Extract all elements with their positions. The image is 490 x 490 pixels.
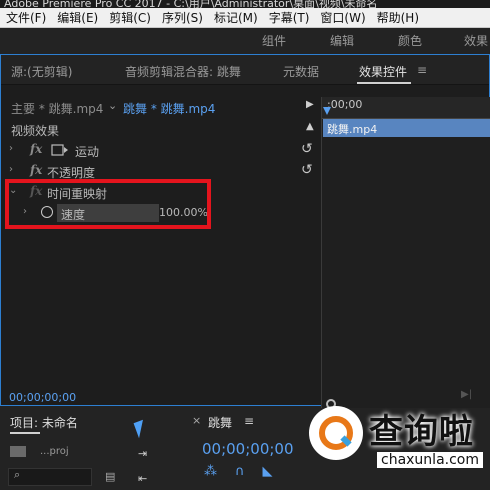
current-timecode[interactable]: 00;00;00;00 xyxy=(9,391,76,404)
sequence-timecode[interactable]: 00;00;00;00 xyxy=(202,440,294,458)
panel-menu-icon[interactable]: ≡ xyxy=(417,63,427,77)
playhead-icon[interactable] xyxy=(323,107,331,115)
ripple-edit-tool-icon[interactable]: ⇤ xyxy=(138,472,147,485)
workspace-color[interactable]: 颜色 xyxy=(398,32,422,49)
tab-audio-clip-mixer[interactable]: 音频剪辑混合器: 跳舞 xyxy=(125,63,241,80)
menu-title[interactable]: 字幕(T) xyxy=(263,9,315,26)
menu-edit[interactable]: 编辑(E) xyxy=(51,9,103,26)
active-tab-underline xyxy=(357,82,411,84)
time-ruler[interactable]: :00;00 xyxy=(322,97,490,119)
chevron-right-icon[interactable]: › xyxy=(9,143,13,154)
tools-panel xyxy=(124,408,178,490)
project-file-name: ...proj xyxy=(40,446,69,457)
video-effects-label: 视频效果 xyxy=(11,124,60,138)
watermark-brand: 查询啦 xyxy=(369,412,474,452)
sequence-toolbar-icons[interactable]: ⁂∩◣ xyxy=(204,464,291,479)
menu-clip[interactable]: 剪辑(C) xyxy=(103,9,156,26)
fx-icon[interactable]: fx xyxy=(30,163,42,177)
new-item-icon[interactable]: ▤ xyxy=(105,470,115,483)
panel-menu-icon[interactable]: ≡ xyxy=(244,414,254,428)
menu-sequence[interactable]: 序列(S) xyxy=(156,9,208,26)
reset-icon[interactable]: ↺ xyxy=(301,141,313,157)
tab-effect-controls[interactable]: 效果控件 xyxy=(359,63,407,80)
motion-transform-icon[interactable] xyxy=(51,144,69,157)
effect-row-motion[interactable]: › fx 运动 ↺ xyxy=(1,140,321,161)
menu-window[interactable]: 窗口(W) xyxy=(314,9,370,26)
timeline-clip[interactable]: 跳舞.mp4 xyxy=(323,119,490,137)
ruler-time: :00;00 xyxy=(327,98,363,111)
reset-icon[interactable]: ↺ xyxy=(301,162,313,178)
folder-icon xyxy=(10,446,26,457)
project-search-input[interactable] xyxy=(8,468,92,486)
chevron-right-icon[interactable]: › xyxy=(9,164,13,175)
sequence-clip-label[interactable]: 跳舞 * 跳舞.mp4 xyxy=(123,100,215,117)
watermark-url: chaxunla.com xyxy=(377,452,483,468)
panel-tab-bar: 源:(无剪辑) 音频剪辑混合器: 跳舞 元数据 效果控件 ≡ xyxy=(1,55,489,85)
workspace-editing[interactable]: 编辑 xyxy=(330,32,354,49)
window-titlebar: Adobe Premiere Pro CC 2017 - C:\用户\Admin… xyxy=(0,0,490,10)
menu-help[interactable]: 帮助(H) xyxy=(371,9,424,26)
search-icon: ⌕ xyxy=(14,468,21,481)
menubar: 文件(F) 编辑(E) 剪辑(C) 序列(S) 标记(M) 字幕(T) 窗口(W… xyxy=(0,8,490,28)
master-clip-label[interactable]: 主要 * 跳舞.mp4 xyxy=(11,100,103,117)
tab-sequence[interactable]: 跳舞 xyxy=(208,414,232,431)
watermark-logo: 查询啦 chaxunla.com xyxy=(305,400,490,490)
play-triangle-icon[interactable]: ▶ xyxy=(306,99,314,110)
effect-controls-panel: 源:(无剪辑) 音频剪辑混合器: 跳舞 元数据 效果控件 ≡ 主要 * 跳舞.m… xyxy=(0,54,490,413)
menu-marker[interactable]: 标记(M) xyxy=(208,9,263,26)
workspace-effects[interactable]: 效果 xyxy=(464,32,488,49)
workspace-bar: 组件 编辑 颜色 效果 xyxy=(0,28,490,52)
close-icon[interactable]: × xyxy=(192,414,201,427)
fx-icon[interactable]: fx xyxy=(30,142,42,156)
tab-project[interactable]: 项目: 未命名 xyxy=(10,414,78,431)
collapse-triangle-icon[interactable]: ▲ xyxy=(306,121,314,132)
menu-file[interactable]: 文件(F) xyxy=(0,9,51,26)
tab-metadata[interactable]: 元数据 xyxy=(283,63,319,80)
project-panel: 项目: 未命名 ...proj ⌕ ▤ xyxy=(0,408,118,490)
effect-motion-label: 运动 xyxy=(75,145,100,159)
clip-selector-row: 主要 * 跳舞.mp4 ⌄ 跳舞 * 跳舞.mp4 ▶ xyxy=(1,95,321,117)
active-tab-underline xyxy=(10,432,40,434)
chevron-down-icon[interactable]: ⌄ xyxy=(108,99,117,112)
effect-timeline[interactable]: :00;00 跳舞.mp4 xyxy=(321,97,490,413)
export-frame-icon[interactable]: ▶| xyxy=(461,389,472,400)
track-select-tool-icon[interactable]: ⇥ xyxy=(138,447,147,460)
video-effects-header: 视频效果 ▲ xyxy=(1,119,321,140)
tab-source[interactable]: 源:(无剪辑) xyxy=(11,63,72,80)
timeline-clip-name: 跳舞.mp4 xyxy=(327,123,378,136)
workspace-assembly[interactable]: 组件 xyxy=(262,32,286,49)
highlight-box xyxy=(5,179,211,229)
